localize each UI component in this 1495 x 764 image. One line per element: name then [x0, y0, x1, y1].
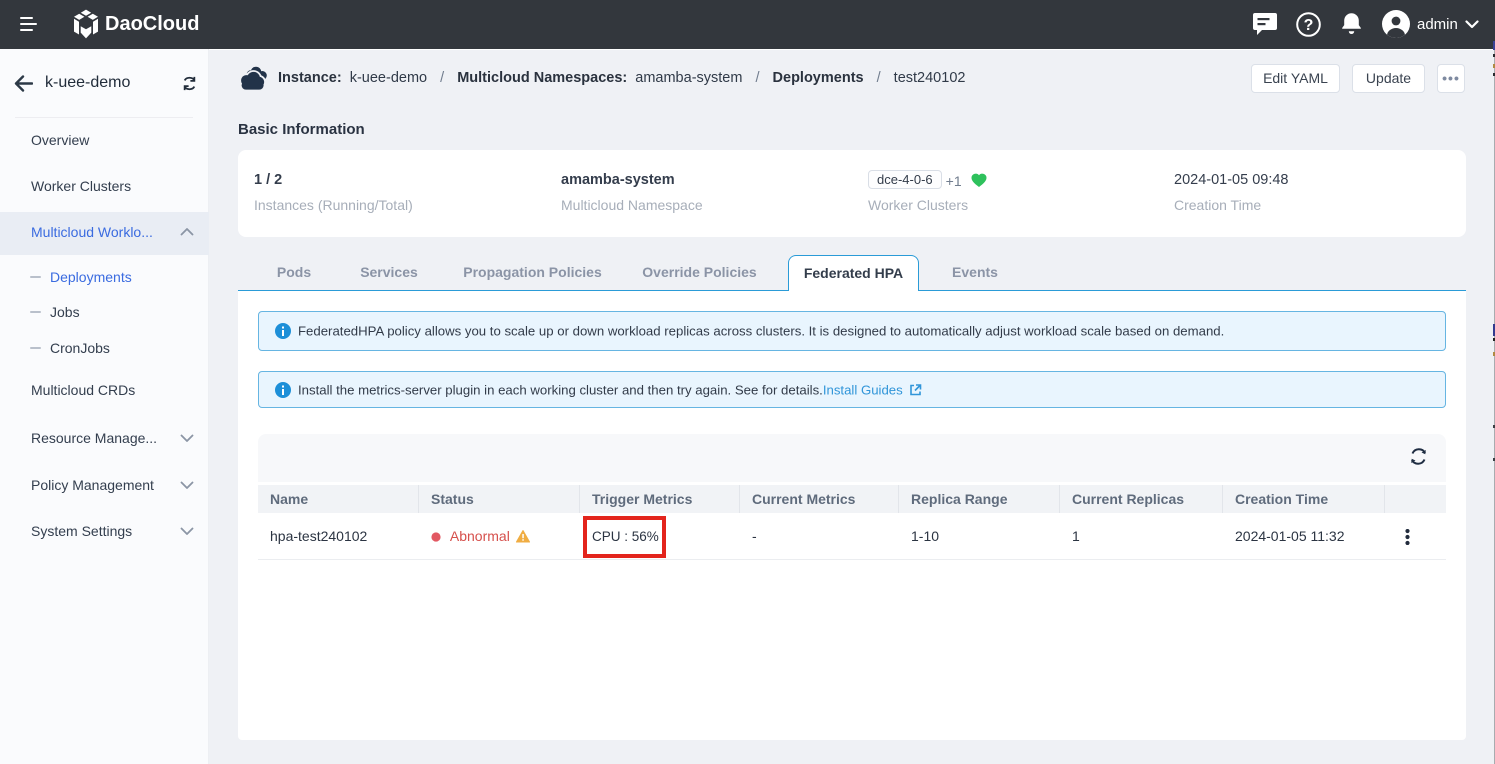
svg-text:?: ? — [1304, 17, 1314, 34]
